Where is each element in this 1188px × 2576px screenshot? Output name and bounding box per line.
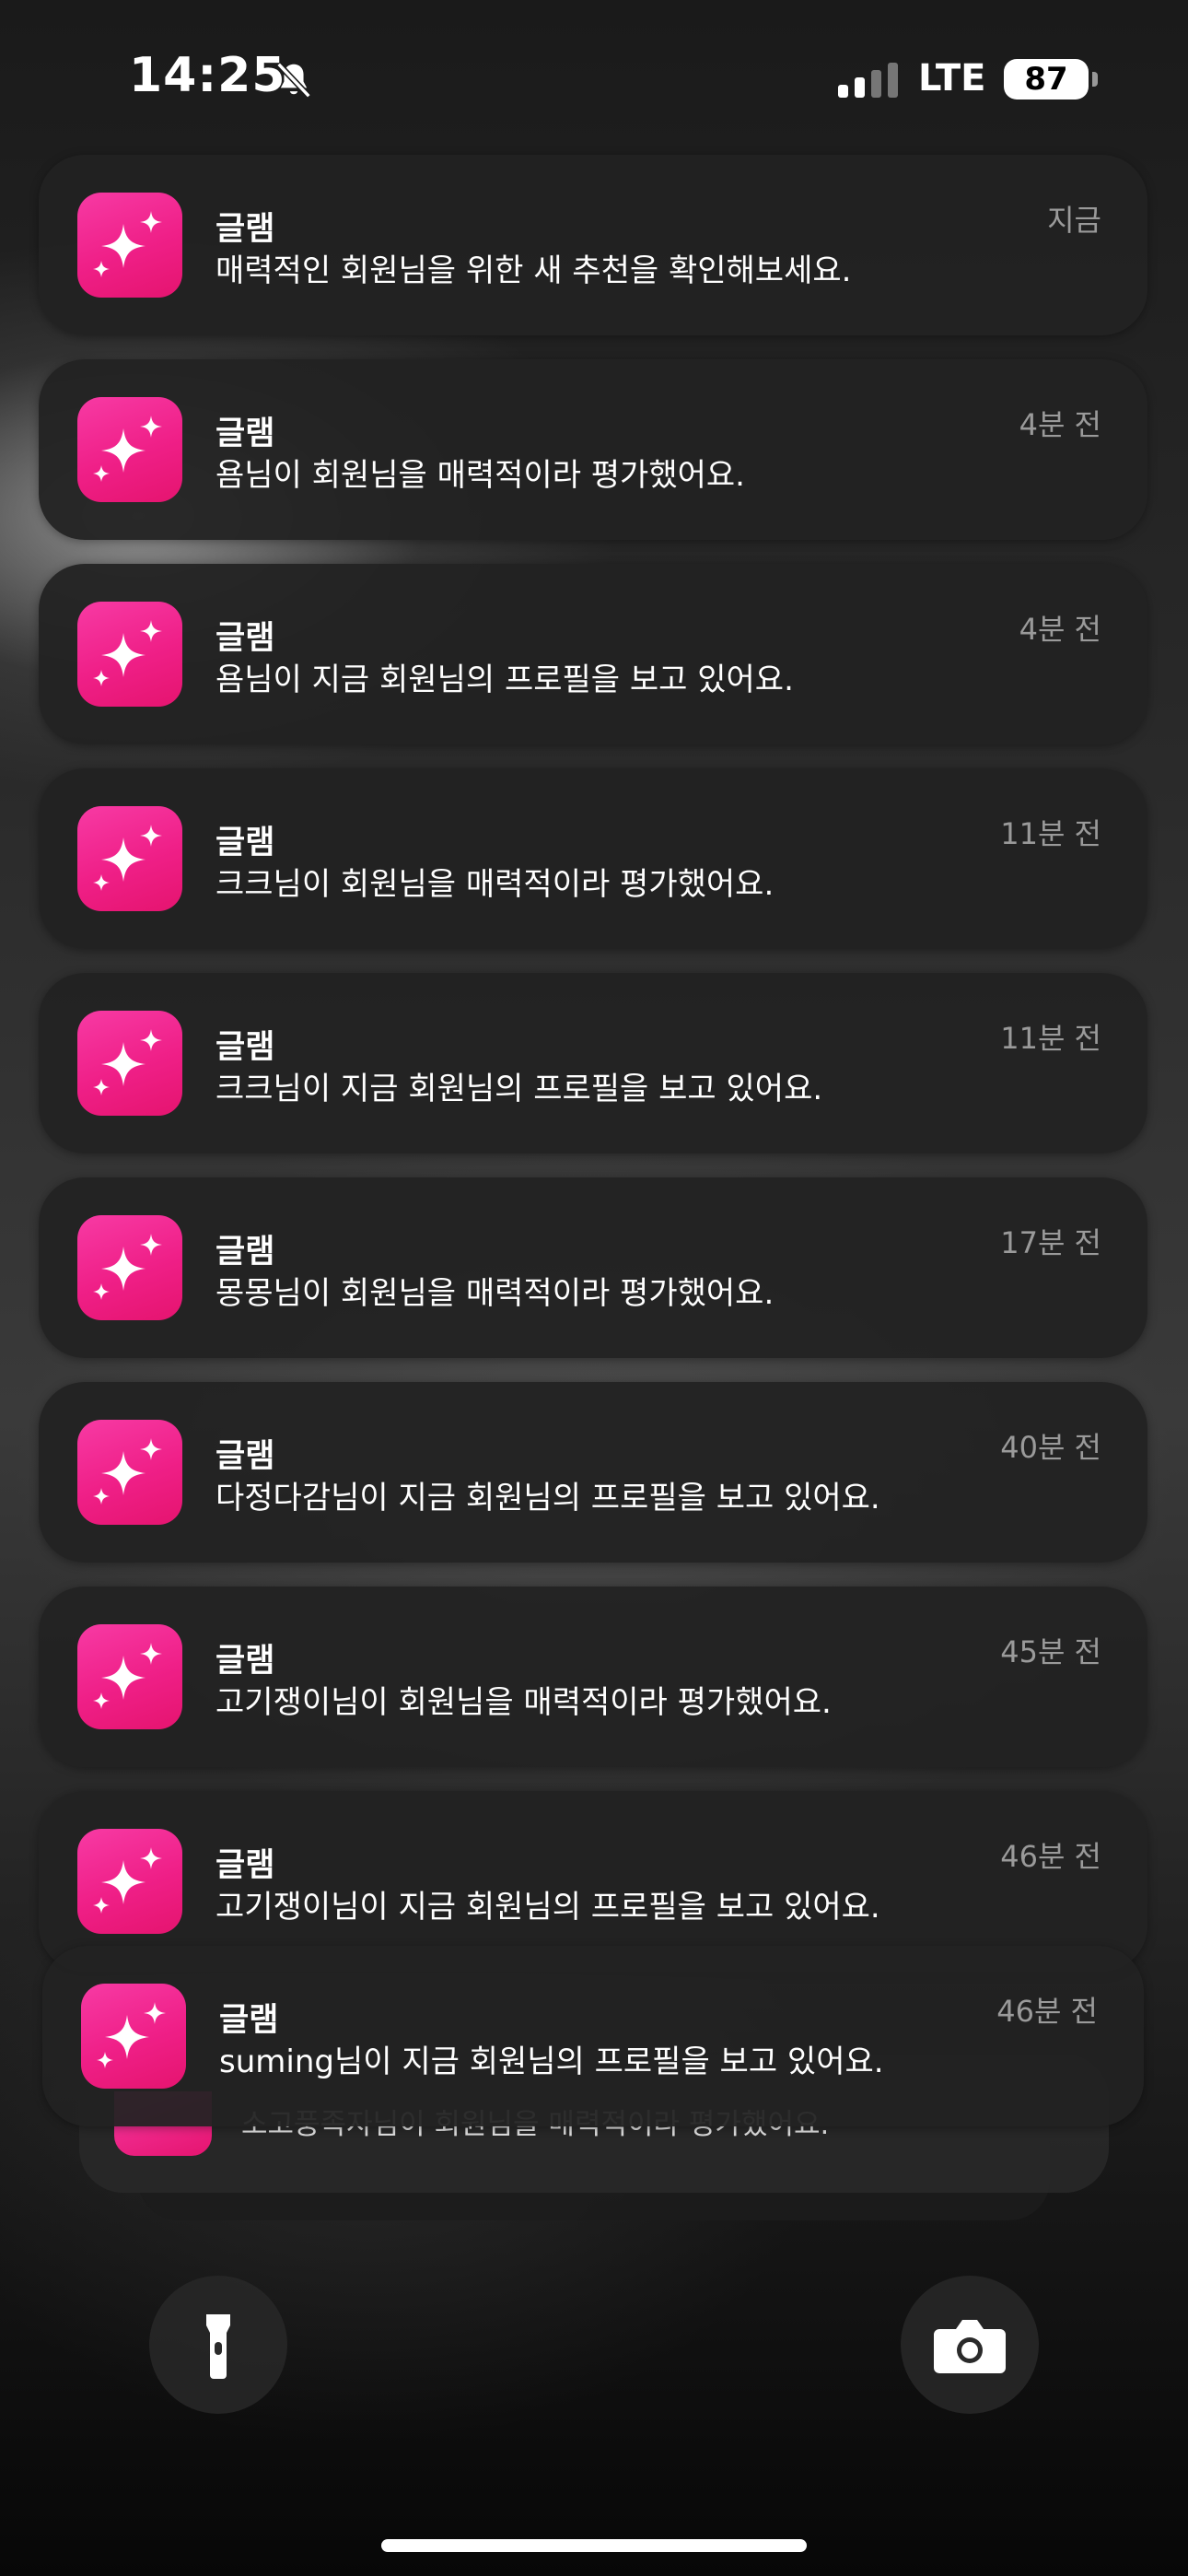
notification-app-name: 글램 [215, 620, 275, 657]
app-icon [77, 1011, 182, 1116]
notification-time: 40분 전 [1000, 1430, 1101, 1465]
sparkle-icon [93, 1029, 162, 1095]
flashlight-button[interactable] [149, 2276, 287, 2414]
camera-button[interactable] [901, 2276, 1039, 2414]
app-icon [77, 1420, 182, 1525]
sparkle-icon [93, 1643, 162, 1709]
notification-time: 4분 전 [1019, 407, 1101, 442]
notification-card[interactable]: 글램몽몽님이 회원님을 매력적이라 평가했어요. 17분 전 [39, 1177, 1147, 1358]
app-icon [77, 1215, 182, 1320]
notification-time: 지금 [1047, 203, 1101, 238]
sparkle-icon [93, 211, 162, 277]
notification-card[interactable]: 글램고기쟁이님이 지금 회원님의 프로필을 보고 있어요. 46분 전 [39, 1791, 1147, 1972]
notification-message: 욤님이 지금 회원님의 프로필을 보고 있어요. [215, 662, 794, 698]
battery-icon: 87 [1004, 59, 1089, 100]
cellular-signal-icon [838, 63, 898, 98]
notification-app-name: 글램 [215, 1234, 275, 1270]
app-icon [77, 193, 182, 298]
notification-time: 17분 전 [1000, 1225, 1101, 1260]
notification-time: 11분 전 [1000, 1021, 1101, 1056]
notification-time: 46분 전 [996, 1994, 1098, 2029]
bell-slash-icon [276, 62, 311, 99]
notification-message: 고기쟁이님이 지금 회원님의 프로필을 보고 있어요. [215, 1889, 880, 1926]
app-icon [77, 1829, 182, 1934]
notification-message: 매력적인 회원님을 위한 새 추천을 확인해보세요. [215, 252, 852, 289]
notification-message: 몽몽님이 회원님을 매력적이라 평가했어요. [215, 1275, 775, 1312]
sparkle-icon [93, 416, 162, 482]
notification-message: 크크님이 회원님을 매력적이라 평가했어요. [215, 866, 775, 903]
notification-app-name: 글램 [215, 825, 275, 861]
notification-message: suming님이 지금 회원님의 프로필을 보고 있어요. [219, 2043, 884, 2080]
notification-message: 욤님이 회원님을 매력적이라 평가했어요. [215, 457, 745, 494]
sparkle-icon [97, 2002, 166, 2068]
camera-icon [934, 2320, 1006, 2373]
notification-app-name: 글램 [215, 1847, 275, 1884]
notification-card[interactable]: 글램매력적인 회원님을 위한 새 추천을 확인해보세요. 지금 [39, 155, 1147, 335]
notification-card[interactable]: 글램고기쟁이님이 회원님을 매력적이라 평가했어요. 45분 전 [39, 1587, 1147, 1767]
notification-time: 45분 전 [1000, 1634, 1101, 1669]
notification-message: 다정다감님이 지금 회원님의 프로필을 보고 있어요. [215, 1480, 880, 1516]
sparkle-icon [93, 1234, 162, 1300]
home-indicator[interactable] [381, 2539, 807, 2552]
app-icon [77, 1624, 182, 1729]
clock-time: 14:25 [129, 48, 286, 103]
app-icon [77, 602, 182, 707]
notification-app-name: 글램 [215, 416, 275, 452]
sparkle-icon [93, 1847, 162, 1914]
app-icon [77, 806, 182, 911]
sparkle-icon [93, 1438, 162, 1505]
lock-screen: 14:25 LTE 87 글램매력적인 회원님을 위한 새 추천을 확인해보세요… [0, 0, 1188, 2576]
notification-card[interactable]: 글램욤님이 회원님을 매력적이라 평가했어요. 4분 전 [39, 359, 1147, 540]
network-type: LTE [918, 57, 986, 100]
notification-time: 4분 전 [1019, 612, 1101, 647]
notification-time: 11분 전 [1000, 816, 1101, 851]
app-icon [77, 397, 182, 502]
battery-cap [1092, 72, 1098, 87]
notification-card[interactable]: 글램크크님이 지금 회원님의 프로필을 보고 있어요. 11분 전 [39, 973, 1147, 1153]
notification-card[interactable]: 글램 suming님이 지금 회원님의 프로필을 보고 있어요. 46분 전 [42, 1946, 1144, 2126]
notification-message: 고기쟁이님이 회원님을 매력적이라 평가했어요. [215, 1684, 832, 1721]
notification-app-name: 글램 [219, 2002, 279, 2039]
notification-card[interactable]: 글램욤님이 지금 회원님의 프로필을 보고 있어요. 4분 전 [39, 564, 1147, 744]
flashlight-icon [206, 2314, 230, 2379]
sparkle-icon [93, 825, 162, 891]
notification-app-name: 글램 [215, 1438, 275, 1475]
notification-app-name: 글램 [215, 1643, 275, 1680]
notification-time: 46분 전 [1000, 1839, 1101, 1874]
notification-message: 크크님이 지금 회원님의 프로필을 보고 있어요. [215, 1071, 823, 1107]
notification-card[interactable]: 글램크크님이 회원님을 매력적이라 평가했어요. 11분 전 [39, 768, 1147, 949]
notification-app-name: 글램 [215, 211, 275, 248]
notification-app-name: 글램 [215, 1029, 275, 1066]
notification-card[interactable]: 글램다정다감님이 지금 회원님의 프로필을 보고 있어요. 40분 전 [39, 1382, 1147, 1563]
sparkle-icon [93, 620, 162, 686]
app-icon [81, 1984, 186, 2089]
status-bar: 14:25 LTE 87 [0, 0, 1188, 157]
